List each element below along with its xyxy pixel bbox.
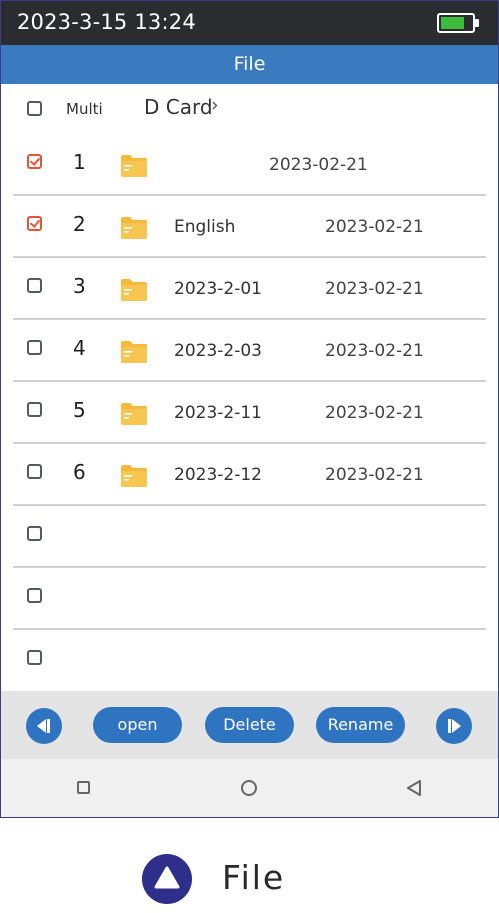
- file-name: 2023-2-12: [174, 465, 262, 485]
- file-date: 2023-02-21: [325, 217, 424, 237]
- battery-level-fill: [441, 17, 464, 29]
- action-toolbar: open Delete Rename: [1, 691, 498, 759]
- device-screen: 2023-3-15 13:24 File Multi D Card › 1 202…: [0, 0, 499, 818]
- list-item[interactable]: 2 English 2023-02-21: [1, 196, 498, 258]
- list-item[interactable]: [1, 630, 498, 692]
- prev-page-button[interactable]: [26, 708, 62, 744]
- row-checkbox[interactable]: [27, 464, 42, 479]
- list-item[interactable]: 4 2023-2-03 2023-02-21: [1, 320, 498, 382]
- file-date: 2023-02-21: [325, 403, 424, 423]
- folder-icon: [121, 279, 147, 301]
- breadcrumb-drive[interactable]: D Card: [144, 95, 213, 119]
- list-item[interactable]: 5 2023-2-11 2023-02-21: [1, 382, 498, 444]
- row-checkbox[interactable]: [27, 278, 42, 293]
- open-button[interactable]: open: [93, 707, 182, 743]
- row-checkbox[interactable]: [27, 588, 42, 603]
- row-checkbox[interactable]: [27, 526, 42, 541]
- file-date: 2023-02-21: [325, 279, 424, 299]
- file-name: 2023-2-11: [174, 403, 262, 423]
- folder-icon: [121, 403, 147, 425]
- list-item[interactable]: 3 2023-2-01 2023-02-21: [1, 258, 498, 320]
- triangle-up-icon: [142, 854, 192, 904]
- row-checkbox[interactable]: [27, 402, 42, 417]
- file-name: 2023-2-01: [174, 279, 262, 299]
- list-item[interactable]: [1, 506, 498, 568]
- recent-apps-icon[interactable]: [77, 781, 90, 794]
- row-number: 6: [73, 460, 86, 484]
- folder-icon: [121, 155, 147, 177]
- file-date: 2023-02-21: [325, 341, 424, 361]
- list-item[interactable]: 6 2023-2-12 2023-02-21: [1, 444, 498, 506]
- rename-button[interactable]: Rename: [316, 707, 405, 743]
- row-checkbox[interactable]: [27, 650, 42, 665]
- folder-icon: [121, 341, 147, 363]
- path-bar: Multi D Card ›: [1, 84, 498, 134]
- page-title: File: [233, 53, 266, 75]
- list-item[interactable]: 1 2023-02-21: [1, 134, 498, 196]
- row-checkbox[interactable]: [27, 216, 42, 231]
- chevron-right-icon: ›: [211, 94, 219, 116]
- delete-button[interactable]: Delete: [205, 707, 294, 743]
- row-number: 1: [73, 150, 86, 174]
- row-number: 2: [73, 212, 86, 236]
- file-name: 2023-2-03: [174, 341, 262, 361]
- battery-icon: [437, 13, 475, 33]
- row-number: 5: [73, 398, 86, 422]
- file-date: 2023-02-21: [269, 155, 368, 175]
- skip-previous-icon: [37, 719, 50, 733]
- skip-next-icon: [448, 719, 461, 733]
- file-name: English: [174, 217, 236, 237]
- list-item[interactable]: [1, 568, 498, 630]
- caption-title: File: [222, 858, 286, 897]
- file-date: 2023-02-21: [325, 465, 424, 485]
- home-icon[interactable]: [241, 780, 257, 796]
- status-bar: 2023-3-15 13:24: [1, 1, 498, 45]
- row-number: 4: [73, 336, 86, 360]
- folder-icon: [121, 465, 147, 487]
- multi-select-checkbox[interactable]: [27, 101, 42, 116]
- status-time: 2023-3-15 13:24: [17, 10, 196, 34]
- row-checkbox[interactable]: [27, 340, 42, 355]
- page-title-bar: File: [1, 45, 498, 84]
- battery-tip: [475, 19, 479, 27]
- multi-select-label: Multi: [66, 100, 103, 118]
- row-checkbox[interactable]: [27, 154, 42, 169]
- back-icon[interactable]: [406, 780, 422, 796]
- system-nav-bar: [1, 759, 498, 817]
- row-number: 3: [73, 274, 86, 298]
- next-page-button[interactable]: [436, 708, 472, 744]
- folder-icon: [121, 217, 147, 239]
